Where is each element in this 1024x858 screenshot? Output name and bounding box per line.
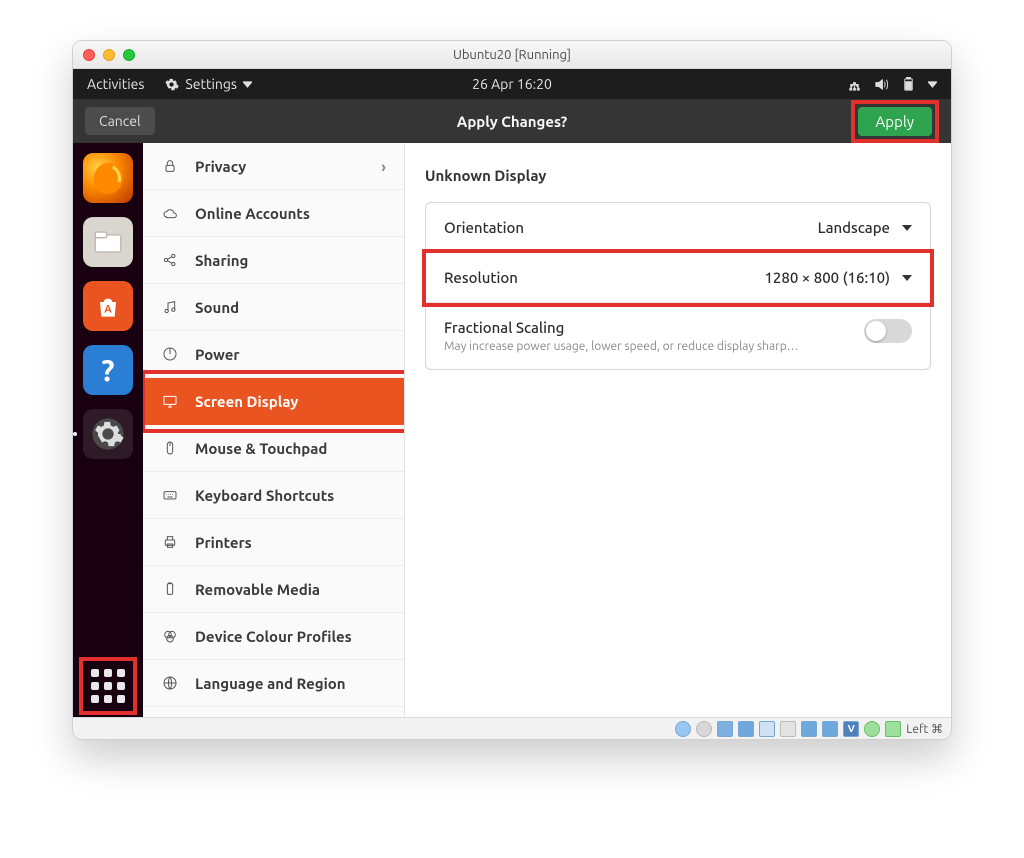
chevron-down-icon — [902, 225, 912, 231]
sidebar-item-label: Screen Display — [195, 393, 298, 410]
mouse-icon — [161, 439, 179, 457]
sidebar-item-privacy[interactable]: Privacy › — [143, 143, 404, 190]
gear-icon — [91, 417, 125, 451]
vb-cpu-icon[interactable] — [864, 721, 880, 737]
color-icon — [161, 627, 179, 645]
battery-icon[interactable] — [901, 77, 916, 92]
apply-button[interactable]: Apply — [858, 107, 932, 136]
fractional-label: Fractional Scaling — [444, 319, 799, 336]
vb-record-icon[interactable] — [801, 721, 817, 737]
sidebar-item-removable-media[interactable]: Removable Media — [143, 566, 404, 613]
row-fractional-scaling: Fractional Scaling May increase power us… — [426, 303, 930, 369]
sidebar-item-screen-display[interactable]: Screen Display — [143, 378, 404, 425]
sidebar-item-power[interactable]: Power — [143, 331, 404, 378]
row-resolution[interactable]: Resolution 1280 × 800 (16:10) — [426, 253, 930, 303]
headerbar: Cancel Apply Changes? Apply — [73, 99, 951, 143]
fractional-toggle[interactable] — [864, 319, 912, 343]
sidebar-item-language-and-region[interactable]: Language and Region — [143, 660, 404, 707]
sidebar-item-label: Power — [195, 346, 240, 363]
app-menu-label: Settings — [185, 76, 237, 92]
keyboard-icon — [161, 486, 179, 504]
volume-icon[interactable] — [874, 77, 889, 92]
sidebar-item-printers[interactable]: Printers — [143, 519, 404, 566]
vb-hostkey-icon[interactable] — [885, 721, 901, 737]
printer-icon — [161, 533, 179, 551]
vb-network-icon[interactable] — [738, 721, 754, 737]
chevron-down-icon — [902, 275, 912, 281]
cloud-icon — [161, 204, 179, 222]
sidebar-item-label: Sound — [195, 299, 239, 316]
vb-usb-icon[interactable] — [717, 721, 733, 737]
dock: A ? — [73, 143, 143, 717]
sidebar-item-label: Privacy — [195, 158, 246, 175]
sidebar-item-label: Printers — [195, 534, 252, 551]
removable-icon — [161, 580, 179, 598]
sidebar-item-sound[interactable]: Sound — [143, 284, 404, 331]
activities-button[interactable]: Activities — [87, 76, 144, 92]
sidebar-item-label: Language and Region — [195, 675, 346, 692]
headerbar-title: Apply Changes? — [73, 113, 951, 130]
question-icon: ? — [101, 353, 114, 387]
lock-icon — [161, 157, 179, 175]
virtualbox-statusbar: V Left ⌘ — [73, 717, 951, 739]
host-titlebar: Ubuntu20 [Running] — [73, 41, 951, 69]
share-icon — [161, 251, 179, 269]
row-orientation[interactable]: Orientation Landscape — [426, 203, 930, 253]
vb-disk-icon[interactable] — [675, 721, 691, 737]
display-card: Orientation Landscape Resolution 1280 × … — [425, 202, 931, 370]
chevron-down-icon[interactable] — [928, 77, 937, 92]
vb-optical-icon[interactable] — [696, 721, 712, 737]
chevron-right-icon: › — [381, 158, 386, 175]
dock-firefox[interactable] — [83, 153, 133, 203]
vb-audio-icon[interactable] — [822, 721, 838, 737]
sidebar-item-label: Removable Media — [195, 581, 320, 598]
fractional-subtext: May increase power usage, lower speed, o… — [444, 340, 799, 353]
cancel-button[interactable]: Cancel — [85, 107, 155, 135]
apply-highlight: Apply — [851, 100, 939, 143]
gear-icon — [164, 77, 179, 92]
app-menu[interactable]: Settings — [164, 76, 252, 92]
resolution-value: 1280 × 800 (16:10) — [764, 269, 890, 286]
gnome-topbar: Activities Settings 26 Apr 16:20 — [73, 69, 951, 99]
firefox-icon — [89, 159, 127, 197]
sidebar-item-label: Sharing — [195, 252, 248, 269]
resolution-label: Resolution — [444, 269, 518, 286]
sidebar-item-label: Mouse & Touchpad — [195, 440, 327, 457]
network-icon[interactable] — [847, 77, 862, 92]
dock-files[interactable] — [83, 217, 133, 267]
chevron-down-icon — [243, 77, 252, 92]
display-icon — [161, 392, 179, 410]
sidebar-item-device-colour-profiles[interactable]: Device Colour Profiles — [143, 613, 404, 660]
orientation-value: Landscape — [818, 219, 890, 236]
folder-icon — [91, 225, 125, 259]
vb-clipboard-icon[interactable]: V — [843, 721, 859, 737]
dock-settings[interactable] — [83, 409, 133, 459]
sidebar-item-online-accounts[interactable]: Online Accounts — [143, 190, 404, 237]
display-panel: Unknown Display Orientation Landscape Re… — [405, 143, 951, 717]
display-section-title: Unknown Display — [425, 167, 931, 184]
svg-text:A: A — [104, 304, 112, 316]
sidebar-item-keyboard-shortcuts[interactable]: Keyboard Shortcuts — [143, 472, 404, 519]
sidebar-item-label: Keyboard Shortcuts — [195, 487, 334, 504]
power-icon — [161, 345, 179, 363]
dock-software[interactable]: A — [83, 281, 133, 331]
sidebar-item-mouse-touchpad[interactable]: Mouse & Touchpad — [143, 425, 404, 472]
window-title: Ubuntu20 [Running] — [73, 48, 951, 62]
host-window: Ubuntu20 [Running] Activities Settings 2… — [72, 40, 952, 740]
sidebar-item-sharing[interactable]: Sharing — [143, 237, 404, 284]
sidebar-item-label: Online Accounts — [195, 205, 310, 222]
dock-help[interactable]: ? — [83, 345, 133, 395]
vb-hostkey-label: Left ⌘ — [906, 722, 943, 736]
settings-sidebar: Privacy › Online Accounts Sharing Sound Power… — [143, 143, 405, 717]
dock-show-applications[interactable] — [85, 663, 131, 709]
globe-icon — [161, 674, 179, 692]
sidebar-item-label: Device Colour Profiles — [195, 628, 352, 645]
orientation-label: Orientation — [444, 219, 524, 236]
shopping-bag-icon: A — [92, 290, 124, 322]
vb-display-icon[interactable] — [780, 721, 796, 737]
music-icon — [161, 298, 179, 316]
vb-shared-icon[interactable] — [759, 721, 775, 737]
